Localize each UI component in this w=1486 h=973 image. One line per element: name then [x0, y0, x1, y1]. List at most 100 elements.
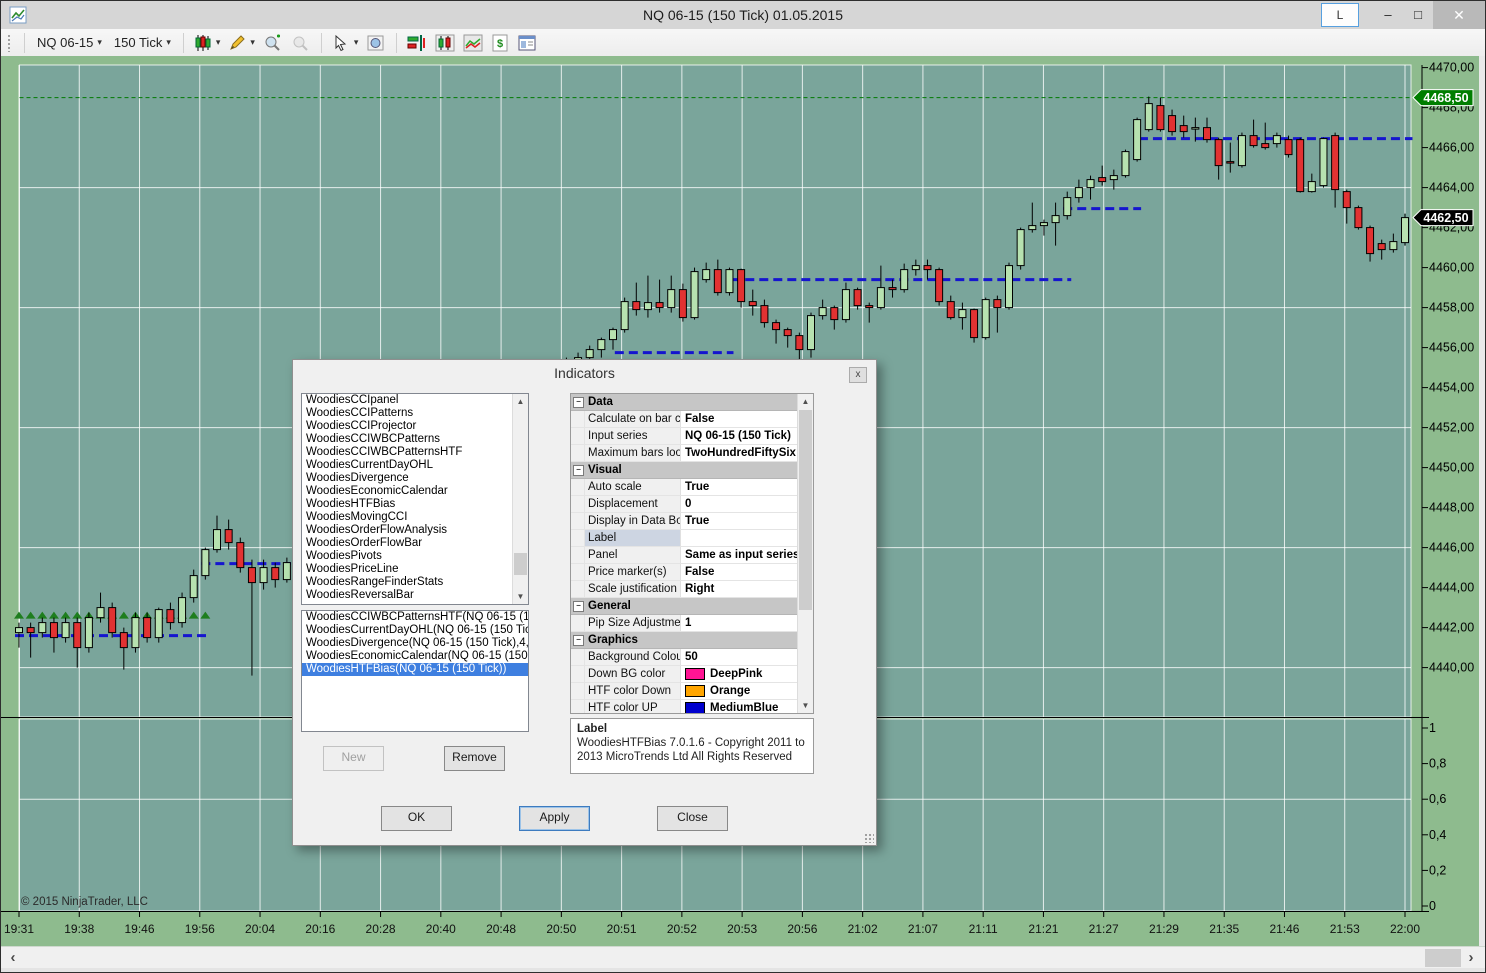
- scrollbar-thumb[interactable]: [514, 553, 527, 575]
- dialog-close-button[interactable]: Close: [657, 806, 728, 831]
- property-value[interactable]: TwoHundredFiftySix: [681, 445, 813, 461]
- property-grid[interactable]: −DataCalculate on bar closFalseInput ser…: [570, 393, 814, 714]
- chart-style-button[interactable]: ▾: [190, 32, 225, 54]
- scroll-down-icon[interactable]: ▼: [513, 589, 528, 604]
- property-row[interactable]: HTF color DownOrange: [571, 683, 813, 700]
- collapse-icon[interactable]: −: [573, 635, 584, 646]
- collapse-icon[interactable]: −: [573, 465, 584, 476]
- order-entry-button[interactable]: $: [487, 32, 513, 54]
- list-item[interactable]: WoodiesPriceLine: [302, 563, 528, 576]
- property-value[interactable]: MediumBlue: [681, 700, 813, 714]
- property-value[interactable]: False: [681, 411, 813, 427]
- property-value[interactable]: True: [681, 479, 813, 495]
- drawing-tools-button[interactable]: ▾: [224, 32, 259, 54]
- property-value[interactable]: Same as input series: [681, 547, 813, 563]
- scroll-down-icon[interactable]: ▼: [798, 698, 813, 713]
- property-value[interactable]: DeepPink: [681, 666, 813, 682]
- property-value[interactable]: Right: [681, 581, 813, 597]
- properties-button[interactable]: [513, 32, 541, 54]
- list-item[interactable]: WoodiesHTFBias: [302, 498, 528, 511]
- property-value[interactable]: False: [681, 564, 813, 580]
- list-item[interactable]: WoodiesDivergence: [302, 472, 528, 485]
- property-value[interactable]: 1: [681, 615, 813, 631]
- property-row[interactable]: Calculate on bar closFalse: [571, 411, 813, 428]
- zoom-in-button[interactable]: [259, 32, 287, 54]
- available-indicators-list[interactable]: WoodiesCCIpanelWoodiesCCIPatternsWoodies…: [301, 393, 529, 605]
- property-row[interactable]: Pip Size Adjustment1: [571, 615, 813, 632]
- cursor-tool-button[interactable]: ▾: [328, 32, 363, 54]
- link-button[interactable]: L: [1321, 3, 1359, 27]
- list-item[interactable]: WoodiesEconomicCalendar: [302, 485, 528, 498]
- ok-button[interactable]: OK: [381, 806, 452, 831]
- property-row[interactable]: HTF color UPMediumBlue: [571, 700, 813, 714]
- configured-indicator-item[interactable]: WoodiesCurrentDayOHL(NQ 06-15 (150 Tick)…: [302, 624, 528, 637]
- indicators-dialog[interactable]: Indicators x WoodiesCCIpanelWoodiesCCIPa…: [292, 359, 877, 846]
- scroll-up-icon[interactable]: ▲: [513, 394, 528, 409]
- available-list-scrollbar[interactable]: ▲ ▼: [512, 394, 528, 604]
- interval-dropdown[interactable]: 150 Tick ▾: [108, 33, 177, 52]
- configured-indicator-item[interactable]: WoodiesDivergence(NQ 06-15 (150 Tick),4,…: [302, 637, 528, 650]
- property-row[interactable]: Display in Data BoxTrue: [571, 513, 813, 530]
- list-item[interactable]: WoodiesCurrentDayOHL: [302, 459, 528, 472]
- list-item[interactable]: WoodiesMovingCCI: [302, 511, 528, 524]
- maximize-button[interactable]: □: [1403, 1, 1433, 29]
- property-row[interactable]: Label: [571, 530, 813, 547]
- property-section-header[interactable]: −Graphics: [571, 632, 813, 649]
- property-value[interactable]: True: [681, 513, 813, 529]
- resize-grip[interactable]: [864, 833, 874, 843]
- indicators-button[interactable]: [403, 32, 431, 54]
- collapse-icon[interactable]: −: [573, 601, 584, 612]
- property-row[interactable]: Background Colour A50: [571, 649, 813, 666]
- property-row[interactable]: Maximum bars look lTwoHundredFiftySix: [571, 445, 813, 462]
- scroll-right-icon[interactable]: ›: [1461, 947, 1481, 969]
- scroll-left-icon[interactable]: ‹: [3, 947, 23, 969]
- price-axis[interactable]: 4470,004468,004466,004464,004462,004460,…: [1422, 61, 1474, 913]
- scrollbar-thumb[interactable]: [799, 410, 812, 610]
- horizontal-scrollbar[interactable]: ‹ ›: [1, 946, 1485, 969]
- zoom-out-button[interactable]: [287, 32, 315, 54]
- configured-indicator-item[interactable]: WoodiesHTFBias(NQ 06-15 (150 Tick)): [302, 663, 528, 676]
- configured-indicator-item[interactable]: WoodiesEconomicCalendar(NQ 06-15 (150 Ti…: [302, 650, 528, 663]
- configured-indicator-item[interactable]: WoodiesCCIWBCPatternsHTF(NQ 06-15 (150 T…: [302, 611, 528, 624]
- list-item[interactable]: WoodiesCCIWBCPatternsHTF: [302, 446, 528, 459]
- property-section-header[interactable]: −Data: [571, 394, 813, 411]
- list-item[interactable]: WoodiesCCIPatterns: [302, 407, 528, 420]
- property-row[interactable]: Scale justificationRight: [571, 581, 813, 598]
- property-value[interactable]: 0: [681, 496, 813, 512]
- apply-button[interactable]: Apply: [519, 806, 590, 831]
- property-value[interactable]: [681, 530, 813, 546]
- property-row[interactable]: Input seriesNQ 06-15 (150 Tick): [571, 428, 813, 445]
- chart-trader-button[interactable]: [459, 32, 487, 54]
- list-item[interactable]: WoodiesPivots: [302, 550, 528, 563]
- property-section-header[interactable]: −General: [571, 598, 813, 615]
- remove-button[interactable]: Remove: [444, 746, 505, 771]
- property-grid-scrollbar[interactable]: ▲ ▼: [797, 394, 813, 713]
- property-row[interactable]: Displacement0: [571, 496, 813, 513]
- toolbar-grip[interactable]: [7, 34, 12, 52]
- close-button[interactable]: ✕: [1433, 1, 1485, 29]
- list-item[interactable]: WoodiesCCIWBCPatterns: [302, 433, 528, 446]
- minimize-button[interactable]: –: [1373, 1, 1403, 29]
- property-row[interactable]: Down BG colorDeepPink: [571, 666, 813, 683]
- time-axis[interactable]: 19:3119:3819:4619:5620:0420:1620:2820:40…: [4, 911, 1420, 936]
- new-button[interactable]: New: [323, 746, 384, 771]
- dialog-close-icon[interactable]: x: [849, 367, 867, 383]
- scroll-up-icon[interactable]: ▲: [798, 394, 813, 409]
- list-item[interactable]: WoodiesReversalBar: [302, 589, 528, 602]
- property-value[interactable]: 50: [681, 649, 813, 665]
- scrollbar-thumb[interactable]: [1425, 949, 1461, 967]
- property-row[interactable]: Price marker(s)False: [571, 564, 813, 581]
- property-value[interactable]: NQ 06-15 (150 Tick): [681, 428, 813, 444]
- list-item[interactable]: WoodiesOrderFlowBar: [302, 537, 528, 550]
- list-item[interactable]: WoodiesCCIProjector: [302, 420, 528, 433]
- data-series-button[interactable]: [431, 32, 459, 54]
- title-bar[interactable]: NQ 06-15 (150 Tick) 01.05.2015 L – □ ✕: [1, 1, 1485, 30]
- list-item[interactable]: WoodiesRangeFinderStats: [302, 576, 528, 589]
- instrument-dropdown[interactable]: NQ 06-15 ▾: [31, 33, 108, 52]
- list-item[interactable]: WoodiesCCIpanel: [302, 394, 528, 407]
- crosshair-button[interactable]: [362, 32, 390, 54]
- configured-indicators-list[interactable]: WoodiesCCIWBCPatternsHTF(NQ 06-15 (150 T…: [301, 610, 529, 732]
- list-item[interactable]: WoodiesOrderFlowAnalysis: [302, 524, 528, 537]
- property-section-header[interactable]: −Visual: [571, 462, 813, 479]
- property-value[interactable]: Orange: [681, 683, 813, 699]
